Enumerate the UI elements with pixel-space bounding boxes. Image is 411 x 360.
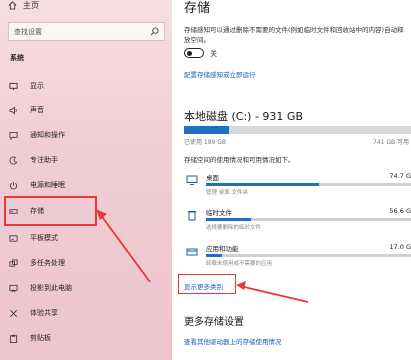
disk-title: 本地磁盘 (C:) - 931 GB bbox=[184, 110, 303, 123]
category-size: 74.7 G bbox=[389, 172, 411, 180]
disk-free-label: 741 GB 可用 bbox=[372, 139, 409, 146]
sidebar-item-power[interactable]: 电源和睡眠 bbox=[0, 176, 172, 194]
show-more-highlight-annotation bbox=[178, 274, 236, 294]
storage-sense-description: 存储感知可以通过删除不需要的文件(例如临时文件和回收站中的内容)自动释放空间。 bbox=[184, 26, 404, 44]
category-temp-files[interactable]: 临时文件 56.6 G 选择要删除的临时文件 bbox=[184, 207, 411, 235]
main-content: 存储 存储感知可以通过删除不需要的文件(例如临时文件和回收站中的内容)自动释放空… bbox=[172, 0, 411, 360]
notification-icon bbox=[9, 131, 18, 140]
page-title: 存储 bbox=[184, 1, 211, 16]
sidebar-item-label: 电源和睡眠 bbox=[30, 181, 65, 189]
other-drives-link[interactable]: 查看其他驱动器上的存储使用情况 bbox=[184, 336, 282, 346]
sidebar-item-shared-experiences[interactable]: 体验共享 bbox=[0, 304, 172, 322]
sound-icon bbox=[9, 106, 17, 115]
sidebar-item-label: 多任务处理 bbox=[30, 259, 65, 267]
sidebar-item-multitasking[interactable]: 多任务处理 bbox=[0, 254, 172, 272]
disk-usage-bar bbox=[184, 126, 411, 134]
power-icon bbox=[9, 181, 18, 190]
home-label: 主页 bbox=[23, 0, 39, 10]
sidebar-item-tablet[interactable]: 平板模式 bbox=[0, 229, 172, 247]
category-apps[interactable]: 应用和功能 17.0 G 卸载未使用或不需要的应用 bbox=[184, 243, 411, 271]
tablet-icon bbox=[9, 235, 18, 242]
storage-highlight-annotation bbox=[4, 196, 97, 226]
category-name: 临时文件 bbox=[206, 209, 232, 217]
toggle-state-label: 关 bbox=[210, 50, 217, 58]
category-size: 56.6 G bbox=[389, 207, 411, 215]
sidebar-item-label: 声音 bbox=[30, 106, 44, 114]
focus-assist-icon bbox=[9, 156, 18, 165]
sidebar-item-label: 显示 bbox=[30, 82, 44, 90]
category-subtext: 选择要删除的临时文件 bbox=[206, 225, 262, 231]
trash-icon bbox=[188, 211, 196, 221]
project-icon bbox=[9, 284, 18, 293]
sidebar-item-notifications[interactable]: 通知和操作 bbox=[0, 126, 172, 144]
more-storage-settings-heading: 更多存储设置 bbox=[184, 317, 244, 328]
category-bar-fill bbox=[206, 254, 223, 257]
storage-sense-toggle[interactable] bbox=[184, 48, 204, 58]
usage-description: 存储空间的使用情况和可用情况如下。 bbox=[184, 156, 295, 164]
category-bar bbox=[206, 218, 411, 221]
apps-icon bbox=[186, 248, 198, 256]
category-subtext: 卸载未使用或不需要的应用 bbox=[206, 261, 273, 267]
multitask-icon bbox=[9, 259, 18, 267]
sidebar-item-label: 投影到此电脑 bbox=[30, 284, 72, 292]
category-bar bbox=[206, 183, 411, 186]
display-icon bbox=[9, 82, 18, 91]
category-desktop[interactable]: 桌面 74.7 G 管理 桌面 文件夹 bbox=[184, 172, 411, 200]
search-icon bbox=[150, 27, 159, 36]
sidebar-item-label: 体验共享 bbox=[30, 309, 58, 317]
category-bar-fill bbox=[206, 183, 319, 186]
search-placeholder: 查找设置 bbox=[14, 27, 42, 36]
sidebar-item-label: 剪贴板 bbox=[30, 334, 51, 342]
section-label: 系统 bbox=[10, 54, 24, 62]
sidebar-item-display[interactable]: 显示 bbox=[0, 77, 172, 95]
home-icon bbox=[8, 0, 17, 10]
toggle-knob bbox=[187, 50, 192, 56]
clipboard-icon bbox=[9, 334, 18, 343]
category-bar-fill bbox=[206, 218, 252, 221]
category-bar bbox=[206, 254, 411, 257]
sidebar-item-label: 通知和操作 bbox=[30, 131, 65, 139]
category-name: 桌面 bbox=[206, 174, 219, 182]
sidebar-item-focus-assist[interactable]: 专注助手 bbox=[0, 151, 172, 169]
desktop-icon bbox=[186, 175, 198, 185]
sidebar-item-sound[interactable]: 声音 bbox=[0, 101, 172, 119]
search-input[interactable]: 查找设置 bbox=[8, 22, 165, 41]
sidebar-item-label: 专注助手 bbox=[30, 156, 58, 164]
category-name: 应用和功能 bbox=[206, 245, 239, 253]
configure-storage-sense-link[interactable]: 配置存储感知或立即运行 bbox=[184, 69, 256, 79]
category-size: 17.0 G bbox=[389, 243, 411, 251]
sidebar: 主页 查找设置 系统 显示 声音 通知和操作 专注助手 电源和睡眠 存储 平板模… bbox=[0, 0, 172, 360]
share-icon bbox=[10, 310, 17, 317]
sidebar-item-label: 平板模式 bbox=[30, 234, 58, 242]
home-link[interactable]: 主页 bbox=[8, 0, 39, 12]
disk-usage-fill bbox=[184, 126, 230, 134]
category-subtext: 管理 桌面 文件夹 bbox=[206, 190, 248, 196]
disk-used-label: 已使用 189 GB bbox=[184, 139, 227, 146]
sidebar-item-clipboard[interactable]: 剪贴板 bbox=[0, 329, 172, 347]
sidebar-item-project[interactable]: 投影到此电脑 bbox=[0, 279, 172, 297]
